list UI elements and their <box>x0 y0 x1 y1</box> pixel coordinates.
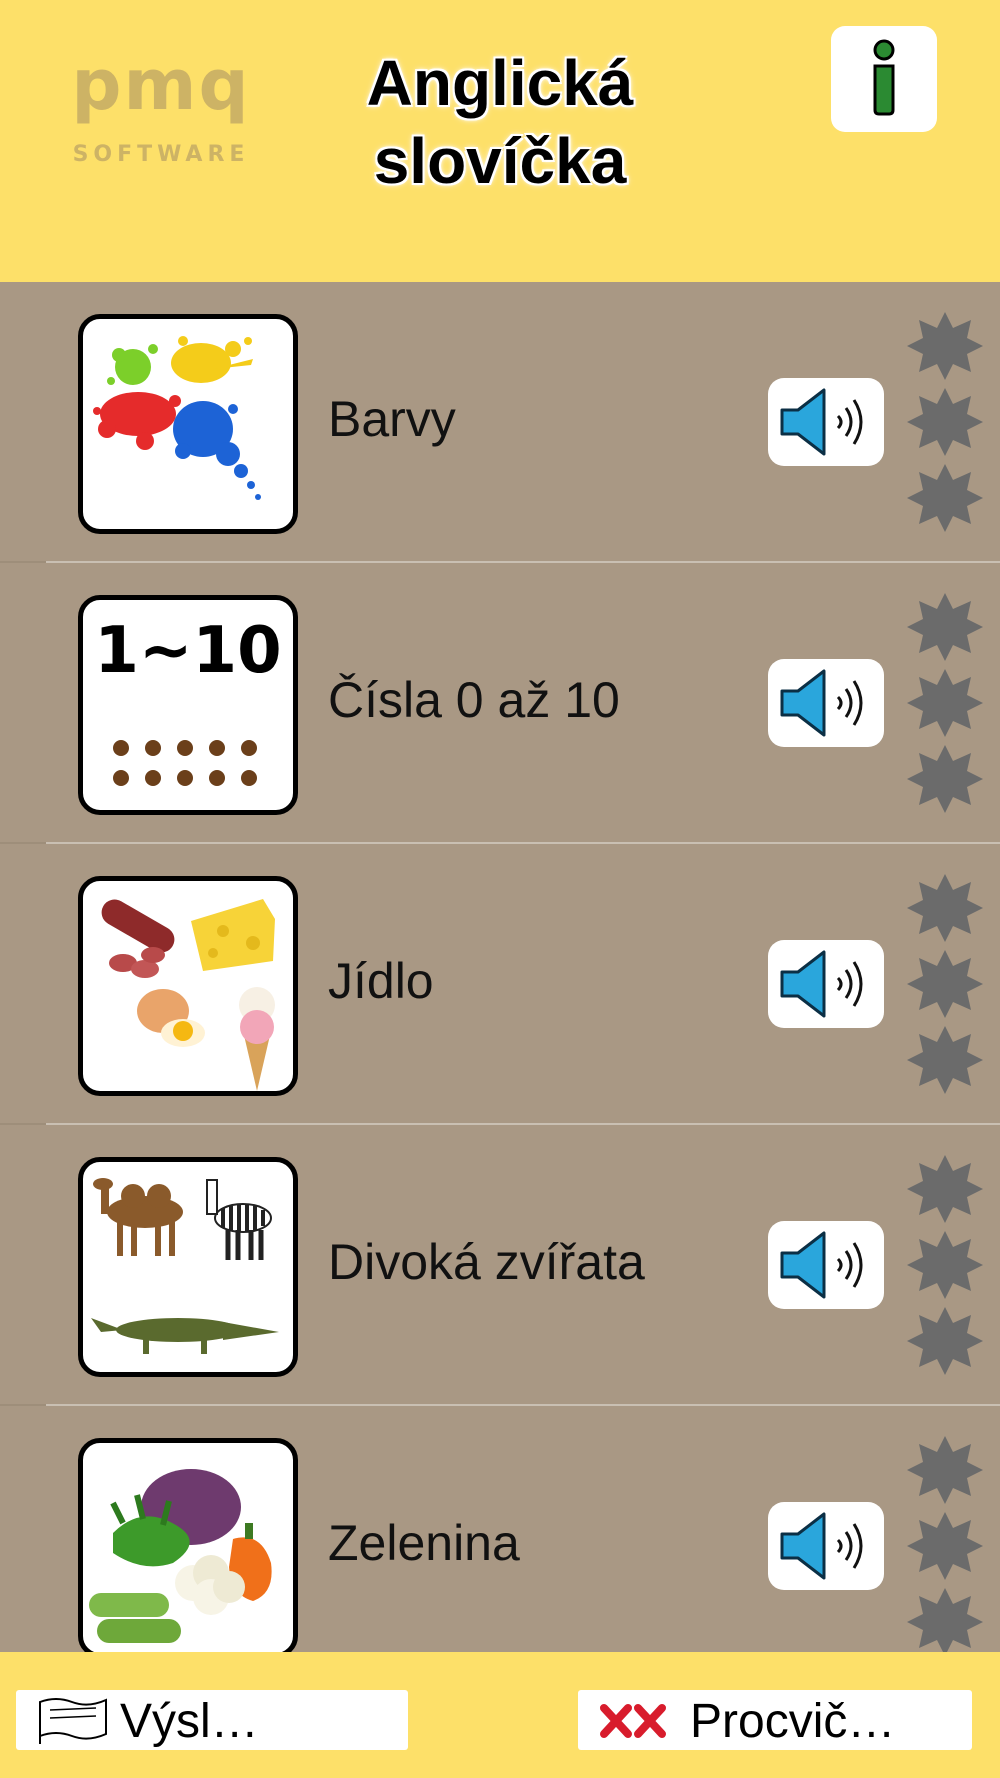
category-label: Jídlo <box>328 953 434 1009</box>
speaker-icon <box>780 950 863 1018</box>
list-item[interactable]: 1~10 Čísla 0 až 10 <box>0 563 1000 844</box>
logo-main-text: pmq <box>71 44 251 126</box>
header: pmq SOFTWARE Anglická slovíčka <box>0 0 1000 282</box>
logo-sub-text: SOFTWARE <box>72 142 250 167</box>
star-icon <box>907 1512 983 1580</box>
title-line-1: Anglická <box>366 47 634 119</box>
category-list[interactable]: Barvy 1~10 Čísla 0 až 10 Jídlo Divoká zv… <box>0 282 1000 1652</box>
star-icon <box>907 388 983 456</box>
rating-stars <box>905 1153 985 1383</box>
sound-button[interactable] <box>768 1221 884 1309</box>
sound-button[interactable] <box>768 659 884 747</box>
star-icon <box>907 1026 983 1094</box>
sound-button[interactable] <box>768 378 884 466</box>
rating-stars <box>905 872 985 1102</box>
star-icon <box>907 1307 983 1375</box>
category-label: Divoká zvířata <box>328 1234 645 1290</box>
sound-button[interactable] <box>768 1502 884 1590</box>
paint-splash-image <box>78 314 298 534</box>
star-icon <box>907 1231 983 1299</box>
info-button[interactable] <box>831 26 937 132</box>
footer-toolbar: Výsl… Procvič… <box>0 1652 1000 1778</box>
category-label: Čísla 0 až 10 <box>328 672 620 728</box>
star-icon <box>907 1436 983 1504</box>
star-icon <box>907 669 983 737</box>
speaker-icon <box>780 1231 863 1299</box>
list-item[interactable]: Jídlo <box>0 844 1000 1125</box>
speaker-icon <box>780 1512 863 1580</box>
star-icon <box>907 1155 983 1223</box>
rating-stars <box>905 591 985 821</box>
category-label: Barvy <box>328 391 456 447</box>
title-line-2: slovíčka <box>373 125 627 197</box>
speaker-icon <box>780 669 863 737</box>
vegetables-image <box>78 1438 298 1652</box>
star-icon <box>907 745 983 813</box>
star-icon <box>907 950 983 1018</box>
sound-button[interactable] <box>768 940 884 1028</box>
results-button[interactable]: Výsl… <box>16 1690 408 1750</box>
list-item[interactable]: Zelenina <box>0 1406 1000 1652</box>
food-image <box>78 876 298 1096</box>
category-label: Zelenina <box>328 1515 520 1571</box>
wild-animals-image <box>78 1157 298 1377</box>
rating-stars <box>905 310 985 540</box>
star-icon <box>907 464 983 532</box>
speaker-icon <box>780 388 863 456</box>
star-icon <box>907 1588 983 1652</box>
list-item[interactable]: Divoká zvířata <box>0 1125 1000 1406</box>
flag-icon <box>39 1698 107 1744</box>
list-item[interactable]: Barvy <box>0 282 1000 563</box>
page-title: Anglická slovíčka <box>320 44 680 200</box>
star-icon <box>907 593 983 661</box>
info-icon <box>873 39 895 116</box>
numbers-thumb-text: 1~10 <box>94 614 282 688</box>
results-label: Výsl… <box>120 1695 259 1748</box>
practice-button[interactable]: Procvič… <box>578 1690 972 1750</box>
star-icon <box>907 874 983 942</box>
pmq-logo: pmq SOFTWARE <box>58 44 264 168</box>
practice-label: Procvič… <box>690 1695 896 1748</box>
rating-stars <box>905 1434 985 1652</box>
numbers-image: 1~10 <box>78 595 298 815</box>
star-icon <box>907 312 983 380</box>
cross-marks-icon <box>600 1704 666 1738</box>
